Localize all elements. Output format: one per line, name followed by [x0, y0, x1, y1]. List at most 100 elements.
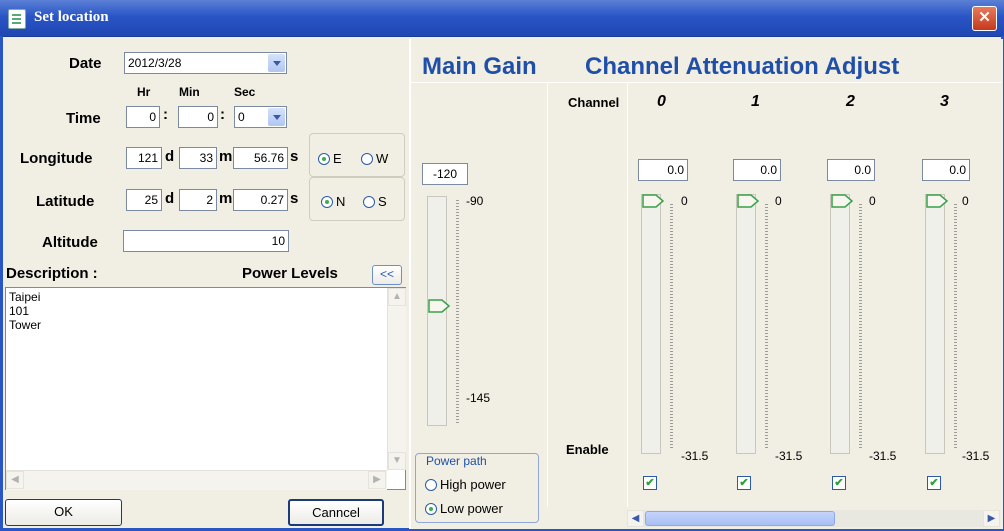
radio-east[interactable]: E: [318, 151, 342, 166]
minute-input[interactable]: 0: [178, 106, 218, 128]
altitude-input[interactable]: 10: [123, 230, 289, 252]
ok-button[interactable]: OK: [5, 499, 122, 526]
latitude-seconds-input[interactable]: 0.27: [233, 189, 288, 211]
longitude-minutes-input[interactable]: 33: [179, 147, 217, 169]
window-title: Set location: [34, 9, 109, 25]
radio-icon: [321, 195, 333, 208]
slider-ticks: [765, 204, 768, 449]
chevron-down-icon[interactable]: [268, 54, 285, 72]
longitude-degrees-input[interactable]: 121: [126, 147, 162, 169]
scroll-left-icon[interactable]: ◀: [627, 510, 644, 527]
channel-1-slider-thumb[interactable]: [737, 194, 761, 208]
channel-3-min-label: -31.5: [962, 449, 990, 463]
hour-input[interactable]: 0: [126, 106, 160, 128]
channel-2-header: 2: [846, 93, 855, 110]
channel-3-slider[interactable]: [925, 194, 945, 454]
minutes-unit: m: [219, 148, 233, 165]
chevron-down-icon[interactable]: [268, 108, 285, 126]
channel-2-max-label: 0: [869, 194, 876, 208]
channel-0-slider[interactable]: [641, 194, 661, 454]
scroll-right-icon[interactable]: ▶: [983, 510, 1000, 527]
time-colon: :: [220, 106, 225, 123]
radio-low-power[interactable]: Low power: [425, 501, 503, 516]
min-label: Min: [179, 85, 200, 99]
column-divider: [627, 82, 628, 507]
close-button[interactable]: ✕: [972, 6, 997, 31]
scroll-right-icon[interactable]: ▶: [368, 471, 386, 489]
radio-label: S: [378, 194, 387, 210]
power-levels-toggle-button[interactable]: <<: [372, 265, 402, 285]
radio-label: High power: [440, 477, 506, 493]
latitude-degrees-input[interactable]: 25: [126, 189, 162, 211]
main-gain-max-label: -90: [466, 194, 484, 208]
slider-ticks: [456, 200, 459, 425]
description-text: Taipei 101 Tower: [9, 290, 41, 332]
channel-1-enable-checkbox[interactable]: ✔: [737, 476, 751, 490]
latitude-minutes-input[interactable]: 2: [179, 189, 217, 211]
channel-label: Channel: [568, 95, 620, 110]
description-line: 101: [9, 304, 30, 318]
scroll-up-icon[interactable]: ▲: [388, 288, 406, 306]
channel-1-input[interactable]: 0.0: [733, 159, 781, 181]
channel-2-min-label: -31.5: [869, 449, 897, 463]
channel-3-slider-thumb[interactable]: [926, 194, 950, 208]
channel-2-slider-thumb[interactable]: [831, 194, 855, 208]
cancel-button[interactable]: Canncel: [288, 499, 384, 526]
minutes-unit: m: [219, 190, 233, 207]
channel-0-enable-checkbox[interactable]: ✔: [643, 476, 657, 490]
longitude-label: Longitude: [20, 150, 93, 167]
degrees-unit: d: [165, 148, 175, 165]
radio-label: E: [333, 151, 342, 167]
scroll-left-icon[interactable]: ◀: [6, 471, 24, 489]
main-gain-min-label: -145: [466, 391, 491, 405]
horizontal-scrollbar[interactable]: ◀ ▶: [6, 470, 387, 490]
channels-horizontal-scrollbar[interactable]: ◀ ▶: [627, 510, 1000, 527]
header-divider: [409, 82, 1001, 83]
channel-3-header: 3: [940, 93, 949, 110]
channel-2-input[interactable]: 0.0: [827, 159, 875, 181]
degrees-unit: d: [165, 190, 175, 207]
description-line: Tower: [9, 318, 42, 332]
time-colon: :: [163, 106, 168, 123]
vertical-scrollbar[interactable]: ▲ ▼: [387, 288, 406, 470]
channel-2-slider[interactable]: [830, 194, 850, 454]
second-select[interactable]: 0: [234, 106, 287, 128]
radio-icon: [361, 152, 373, 165]
column-divider: [547, 82, 548, 507]
main-gain-slider-thumb[interactable]: [428, 299, 452, 313]
second-value: 0: [238, 110, 245, 124]
channel-1-header: 1: [751, 93, 760, 110]
channel-0-slider-thumb[interactable]: [642, 194, 666, 208]
close-icon: ✕: [978, 9, 991, 26]
channel-3-enable-checkbox[interactable]: ✔: [927, 476, 941, 490]
window-icon: [8, 9, 26, 29]
description-textarea[interactable]: Taipei 101 Tower ▲ ▼ ◀ ▶: [5, 287, 406, 490]
scroll-down-icon[interactable]: ▼: [388, 452, 406, 470]
channel-3-input[interactable]: 0.0: [922, 159, 970, 181]
channel-0-header: 0: [657, 93, 666, 110]
power-path-label: Power path: [424, 454, 489, 468]
channel-1-slider[interactable]: [736, 194, 756, 454]
radio-icon: [425, 478, 437, 491]
radio-west[interactable]: W: [361, 151, 388, 166]
radio-south[interactable]: S: [363, 194, 387, 209]
title-bar: Set location ✕: [0, 0, 1004, 37]
channel-3-max-label: 0: [962, 194, 969, 208]
radio-label: N: [336, 194, 346, 210]
channel-0-input[interactable]: 0.0: [638, 159, 688, 181]
seconds-unit: s: [290, 148, 299, 165]
slider-ticks: [954, 204, 957, 449]
radio-icon: [318, 152, 330, 165]
date-label: Date: [69, 55, 102, 72]
longitude-seconds-input[interactable]: 56.76: [233, 147, 288, 169]
scrollbar-thumb[interactable]: [645, 511, 835, 526]
main-gain-input[interactable]: -120: [422, 163, 468, 185]
main-gain-title: Main Gain: [422, 53, 537, 80]
description-label: Description :: [6, 265, 98, 282]
power-levels-label: Power Levels: [242, 265, 338, 282]
radio-high-power[interactable]: High power: [425, 477, 506, 492]
radio-icon: [425, 502, 437, 515]
date-picker[interactable]: 2012/3/28: [124, 52, 287, 74]
radio-north[interactable]: N: [321, 194, 345, 209]
channel-2-enable-checkbox[interactable]: ✔: [832, 476, 846, 490]
